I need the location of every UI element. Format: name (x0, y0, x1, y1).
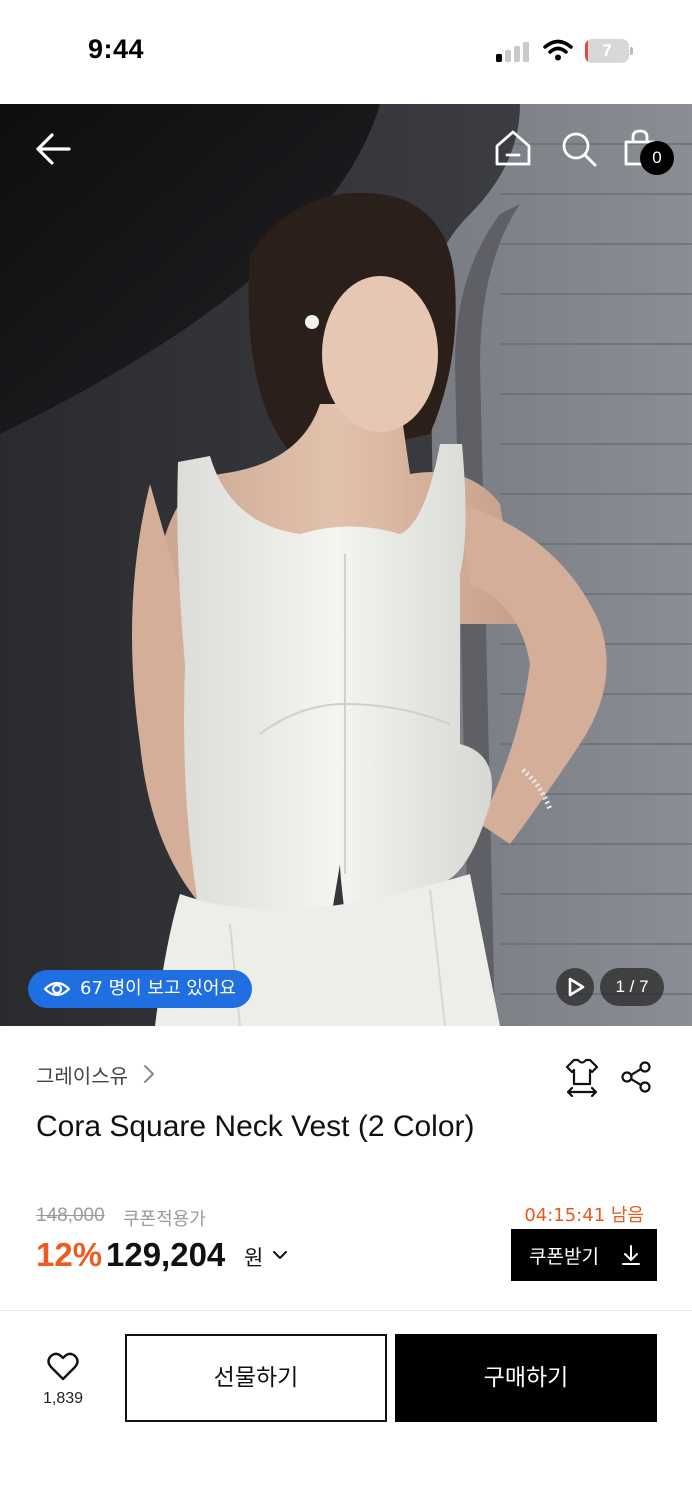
divider (0, 1310, 692, 1311)
size-guide-icon[interactable] (564, 1057, 600, 1097)
currency-label: 원 (244, 1246, 264, 1270)
play-icon (568, 977, 585, 997)
play-video-button[interactable] (556, 968, 594, 1006)
original-price: 148,000 (36, 1205, 105, 1226)
brand-link[interactable]: 그레이스유 (36, 1060, 128, 1089)
buy-button[interactable]: 구매하기 (395, 1334, 657, 1422)
gift-button[interactable]: 선물하기 (125, 1334, 387, 1422)
eye-icon (44, 981, 70, 997)
product-title: Cora Square Neck Vest (2 Color) (36, 1110, 475, 1143)
coupon-timer: 04:15:41 남음 (524, 1205, 644, 1226)
sale-price: 129,204 (106, 1236, 226, 1273)
status-time: 9:44 (88, 34, 145, 64)
live-viewers-text: 67 명이 보고 있어요 (80, 978, 236, 999)
get-coupon-label: 쿠폰받기 (529, 1246, 599, 1268)
chevron-right-icon[interactable] (142, 1063, 156, 1085)
home-icon[interactable] (493, 128, 533, 168)
search-icon[interactable] (560, 130, 598, 168)
heart-icon (47, 1352, 79, 1381)
get-coupon-button[interactable]: 쿠폰받기 (511, 1229, 657, 1281)
product-photo (0, 104, 692, 1026)
chevron-down-icon[interactable] (272, 1250, 288, 1262)
status-bar: 9:44 7 (0, 0, 692, 104)
live-viewers-badge: 67 명이 보고 있어요 (28, 970, 252, 1008)
like-button[interactable]: 1,839 (30, 1350, 96, 1420)
cart-count-badge: 0 (640, 141, 674, 175)
back-arrow-icon[interactable] (34, 132, 72, 166)
image-pager: 1 / 7 (600, 968, 664, 1006)
download-icon (622, 1245, 640, 1265)
discount-rate: 12% (36, 1236, 103, 1273)
share-icon[interactable] (620, 1060, 654, 1094)
coupon-applied-label: 쿠폰적용가 (123, 1209, 206, 1230)
cellular-signal-icon (496, 40, 532, 62)
battery-level: 7 (602, 41, 612, 60)
battery-icon: 7 (585, 39, 633, 63)
wifi-icon (543, 39, 573, 61)
product-image-gallery[interactable]: 0 67 명이 보고 있어요 1 / 7 (0, 104, 692, 1026)
like-count: 1,839 (42, 1390, 84, 1407)
